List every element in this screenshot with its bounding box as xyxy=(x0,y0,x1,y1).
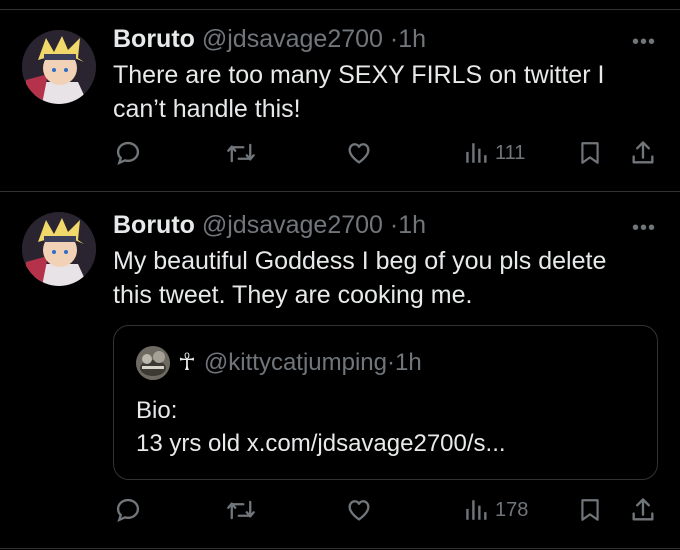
reply-button[interactable] xyxy=(114,495,142,525)
bottom-divider xyxy=(0,548,680,549)
tweet-2[interactable]: Boruto @jdsavage2700 ·1h ••• My beautifu… xyxy=(0,192,680,548)
quoted-text: Bio: 13 yrs old x.com/jdsavage2700/s... xyxy=(136,394,506,460)
views-button[interactable]: 111 xyxy=(463,138,525,168)
timestamp[interactable]: 1h xyxy=(398,211,426,239)
bookmark-button[interactable] xyxy=(577,495,603,525)
handle[interactable]: @jdsavage2700 xyxy=(202,211,383,239)
display-name[interactable]: Boruto xyxy=(113,211,195,239)
tweet-text: My beautiful Goddess I beg of you pls de… xyxy=(113,244,653,312)
reply-icon xyxy=(116,498,140,523)
like-icon xyxy=(348,143,370,164)
tweet-1[interactable]: Boruto @jdsavage2700 ·1h ••• There are t… xyxy=(0,10,680,190)
tweet-text-line: There are too many SEXY FIRLS on twitter… xyxy=(113,61,605,89)
quoted-tweet[interactable]: ☥ @kittycatjumping·1h Bio: 13 yrs old x.c… xyxy=(113,325,658,480)
separator: · xyxy=(389,211,399,239)
quoted-timestamp: 1h xyxy=(395,349,422,376)
timestamp[interactable]: 1h xyxy=(398,25,426,53)
views-icon xyxy=(466,500,487,520)
separator: · xyxy=(389,25,399,53)
action-bar: 178 xyxy=(0,495,680,525)
separator: · xyxy=(387,349,395,376)
more-icon[interactable]: ••• xyxy=(632,32,656,52)
avatar[interactable] xyxy=(22,212,96,286)
quoted-avatar[interactable] xyxy=(136,346,170,380)
display-name[interactable]: Boruto xyxy=(113,25,195,53)
tweet-header: Boruto @jdsavage2700 ·1h xyxy=(113,210,426,240)
views-icon xyxy=(466,143,487,163)
quoted-text-line: 13 yrs old x.com/jdsavage2700/s... xyxy=(136,430,506,457)
quoted-text-line: Bio: xyxy=(136,397,178,424)
views-count: 111 xyxy=(495,141,526,164)
more-icon[interactable]: ••• xyxy=(632,218,656,238)
like-button[interactable] xyxy=(345,138,373,168)
bookmark-button[interactable] xyxy=(577,138,603,168)
retweet-button[interactable] xyxy=(226,138,256,168)
quoted-display-name[interactable]: ☥ xyxy=(178,349,196,376)
share-icon xyxy=(632,498,654,521)
bookmark-icon xyxy=(581,142,599,164)
quoted-header: ☥ @kittycatjumping·1h xyxy=(178,348,422,378)
quoted-handle[interactable]: @kittycatjumping xyxy=(204,349,387,376)
like-icon xyxy=(348,500,370,521)
share-icon xyxy=(632,141,654,164)
retweet-icon xyxy=(227,143,255,163)
tweet-header: Boruto @jdsavage2700 ·1h xyxy=(113,24,426,54)
avatar[interactable] xyxy=(22,30,96,104)
views-button[interactable]: 178 xyxy=(463,495,528,525)
tweet-text: There are too many SEXY FIRLS on twitter… xyxy=(113,58,653,126)
bookmark-icon xyxy=(581,499,599,521)
reply-button[interactable] xyxy=(114,138,142,168)
share-button[interactable] xyxy=(629,138,657,168)
retweet-button[interactable] xyxy=(226,495,256,525)
share-button[interactable] xyxy=(629,495,657,525)
views-count: 178 xyxy=(495,498,529,521)
retweet-icon xyxy=(227,500,255,520)
like-button[interactable] xyxy=(345,495,373,525)
tweet-text-line: can’t handle this! xyxy=(113,95,301,123)
handle[interactable]: @jdsavage2700 xyxy=(202,25,383,53)
action-bar: 111 xyxy=(0,138,680,168)
reply-icon xyxy=(116,141,140,166)
tweet-text-line: this tweet. They are cooking me. xyxy=(113,281,473,309)
tweet-text-line: My beautiful Goddess I beg of you pls de… xyxy=(113,247,607,275)
